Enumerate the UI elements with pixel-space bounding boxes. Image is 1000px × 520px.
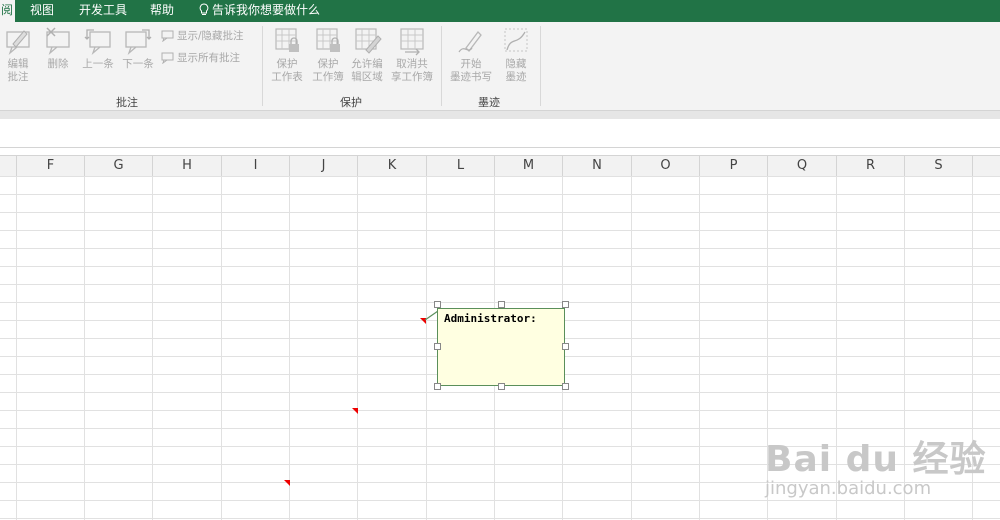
- allow-edit-ranges-icon: [355, 28, 382, 54]
- ink-group-label: 墨迹: [478, 96, 500, 109]
- show-hide-comment-button[interactable]: 显示/隐藏批注: [161, 28, 244, 43]
- formula-bar-area[interactable]: [0, 119, 1000, 148]
- resize-handle[interactable]: [562, 343, 569, 350]
- ribbon-tab-bar: 阅 视图 开发工具 帮助 告诉我你想要做什么: [0, 0, 1000, 22]
- resize-handle[interactable]: [562, 383, 569, 390]
- comment-indicator[interactable]: [284, 480, 290, 486]
- resize-handle[interactable]: [434, 343, 441, 350]
- column-header[interactable]: F: [17, 156, 85, 176]
- unshare-workbook-button[interactable]: 取消共 享工作簿: [388, 26, 436, 84]
- tab-help[interactable]: 帮助: [150, 0, 174, 22]
- start-inking-button[interactable]: 开始 墨迹书写: [446, 26, 496, 84]
- tab-review[interactable]: 阅: [0, 0, 15, 22]
- protect-workbook-label: 保护 工作簿: [312, 58, 344, 83]
- comment-author[interactable]: Administrator:: [444, 312, 537, 325]
- protect-sheet-icon: [275, 28, 299, 52]
- pen-ink-icon: [458, 31, 482, 53]
- tab-developer[interactable]: 开发工具: [79, 0, 127, 22]
- next-comment-button[interactable]: 下一条: [120, 26, 156, 71]
- grid-line: [289, 176, 290, 520]
- grid-line: [16, 176, 17, 520]
- hide-ink-button[interactable]: 隐藏 墨迹: [499, 26, 533, 84]
- group-separator: [262, 26, 263, 106]
- column-header[interactable]: S: [905, 156, 973, 176]
- grid-line: [152, 176, 153, 520]
- column-header[interactable]: O: [632, 156, 700, 176]
- column-header-partial[interactable]: [0, 156, 17, 176]
- grid-line: [84, 176, 85, 520]
- column-header[interactable]: I: [222, 156, 290, 176]
- edit-comment-button[interactable]: 编辑 批注: [2, 26, 34, 84]
- hide-ink-label: 隐藏 墨迹: [505, 58, 527, 83]
- edit-comment-label: 编辑 批注: [7, 58, 29, 83]
- show-hide-comment-icon: [161, 30, 174, 43]
- column-header[interactable]: L: [427, 156, 495, 176]
- delete-comment-button[interactable]: 删除: [42, 26, 74, 71]
- tell-me-search[interactable]: 告诉我你想要做什么: [199, 0, 320, 22]
- grid-line: [631, 176, 632, 520]
- column-header[interactable]: K: [358, 156, 427, 176]
- previous-comment-button[interactable]: 上一条: [80, 26, 116, 71]
- resize-handle[interactable]: [498, 301, 505, 308]
- delete-comment-label: 删除: [47, 58, 69, 70]
- unshare-workbook-label: 取消共 享工作簿: [391, 58, 433, 83]
- delete-comment-icon: [46, 27, 70, 56]
- grid-line: [426, 176, 427, 520]
- protect-workbook-icon: [316, 28, 340, 52]
- allow-edit-ranges-label: 允许编 辑区域: [351, 58, 383, 83]
- column-header[interactable]: G: [85, 156, 153, 176]
- previous-comment-icon: [84, 29, 111, 56]
- show-all-comments-label: 显示所有批注: [177, 52, 240, 64]
- next-comment-label: 下一条: [122, 58, 154, 70]
- protect-sheet-button[interactable]: 保护 工作表: [268, 26, 306, 84]
- resize-handle[interactable]: [498, 383, 505, 390]
- baidu-watermark: Bai du 经验: [765, 439, 987, 480]
- protect-group-label: 保护: [340, 96, 362, 109]
- column-header[interactable]: Q: [768, 156, 837, 176]
- comment-indicator[interactable]: [352, 408, 358, 414]
- column-header-bar: F G H I J K L M N O P Q R S: [0, 155, 1000, 177]
- grid-line: [699, 176, 700, 520]
- lightbulb-icon: [199, 3, 209, 15]
- tell-me-label: 告诉我你想要做什么: [212, 3, 321, 17]
- resize-handle[interactable]: [562, 301, 569, 308]
- allow-edit-ranges-button[interactable]: 允许编 辑区域: [348, 26, 386, 84]
- column-header-partial[interactable]: [973, 156, 1000, 176]
- resize-handle[interactable]: [434, 301, 441, 308]
- column-header[interactable]: M: [495, 156, 563, 176]
- hide-ink-icon: [504, 28, 528, 52]
- show-all-comments-icon: [161, 52, 174, 65]
- protect-workbook-button[interactable]: 保护 工作簿: [309, 26, 347, 84]
- show-all-comments-button[interactable]: 显示所有批注: [161, 50, 240, 65]
- comment-box[interactable]: Administrator:: [437, 308, 565, 386]
- next-comment-icon: [125, 29, 152, 56]
- previous-comment-label: 上一条: [82, 58, 114, 70]
- start-inking-label: 开始 墨迹书写: [450, 58, 492, 83]
- column-header[interactable]: H: [153, 156, 222, 176]
- resize-handle[interactable]: [434, 383, 441, 390]
- baidu-watermark-url: jingyan.baidu.com: [765, 478, 932, 499]
- grid-line: [357, 176, 358, 520]
- ribbon-bottom-strip: [0, 111, 1000, 119]
- show-hide-comment-label: 显示/隐藏批注: [177, 30, 244, 42]
- comments-group-label: 批注: [116, 96, 138, 109]
- group-separator: [441, 26, 442, 106]
- edit-comment-icon: [6, 30, 30, 56]
- protect-sheet-label: 保护 工作表: [271, 58, 303, 83]
- grid-line: [221, 176, 222, 520]
- unshare-workbook-icon: [400, 28, 424, 56]
- column-header[interactable]: J: [290, 156, 358, 176]
- column-header[interactable]: P: [700, 156, 768, 176]
- tab-view[interactable]: 视图: [30, 0, 54, 22]
- column-header[interactable]: R: [837, 156, 905, 176]
- ribbon: 编辑 批注 删除 上一条 下一条 显示/隐藏批注 显示所有批注 批注 保护 工作…: [0, 22, 1000, 111]
- column-header[interactable]: N: [563, 156, 632, 176]
- group-separator: [540, 26, 541, 106]
